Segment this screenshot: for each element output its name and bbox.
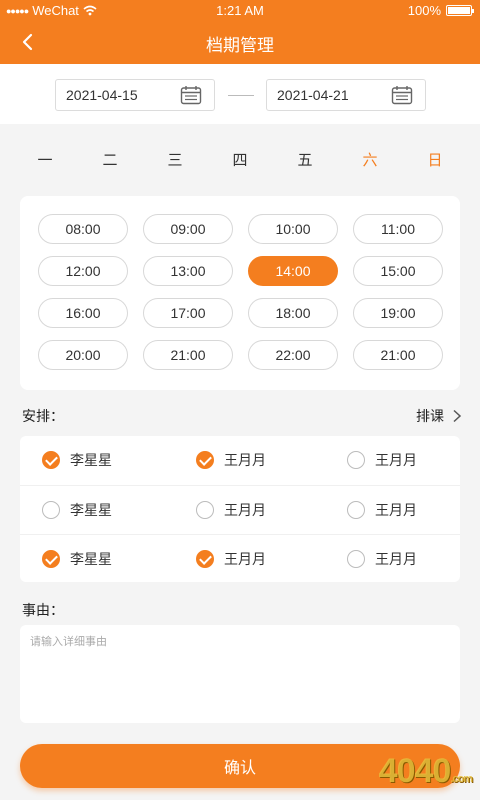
date-range-bar: 2021-04-15 2021-04-21 <box>0 64 480 124</box>
time-slot[interactable]: 20:00 <box>38 340 128 370</box>
person-option[interactable]: 王月月 <box>347 549 417 569</box>
arrangement-list: 李星星 王月月 王月月 李星星 王月月 王月月 李星星 王月月 王月月 <box>20 436 460 582</box>
arrangement-row: 李星星 王月月 王月月 <box>20 534 460 582</box>
arrangement-header: 安排： 排课 <box>22 406 462 428</box>
person-name: 李星星 <box>70 552 112 568</box>
time-slot[interactable]: 17:00 <box>143 298 233 328</box>
weekday-sat[interactable]: 六 <box>345 140 395 180</box>
page-title: 档期管理 <box>206 36 274 56</box>
date-separator <box>228 95 254 96</box>
person-name: 王月月 <box>224 503 266 519</box>
person-name: 李星星 <box>70 503 112 519</box>
person-option[interactable]: 王月月 <box>347 500 417 520</box>
checkbox[interactable] <box>196 501 214 519</box>
person-name: 王月月 <box>375 552 417 568</box>
person-name: 王月月 <box>224 552 266 568</box>
calendar-icon <box>180 86 202 105</box>
time-slot[interactable]: 18:00 <box>248 298 338 328</box>
time-slot[interactable]: 08:00 <box>38 214 128 244</box>
time-slot[interactable]: 09:00 <box>143 214 233 244</box>
weekday-fri[interactable]: 五 <box>280 140 330 180</box>
checkbox[interactable] <box>42 501 60 519</box>
chevron-right-icon <box>453 409 462 423</box>
weekday-wed[interactable]: 三 <box>150 140 200 180</box>
nav-bar: 档期管理 <box>0 22 480 64</box>
arrangement-row: 李星星 王月月 王月月 <box>20 485 460 533</box>
person-name: 王月月 <box>375 453 417 469</box>
schedule-link[interactable]: 排课 <box>416 406 462 426</box>
checkbox[interactable] <box>196 550 214 568</box>
time-slot[interactable]: 13:00 <box>143 256 233 286</box>
weekday-thu[interactable]: 四 <box>215 140 265 180</box>
time-slot[interactable]: 14:00 <box>248 256 338 286</box>
person-name: 王月月 <box>375 503 417 519</box>
time-slot-grid: 08:00 09:00 10:00 11:00 12:00 13:00 14:0… <box>20 196 460 390</box>
start-date-field[interactable]: 2021-04-15 <box>55 79 215 111</box>
watermark-suffix: .com <box>450 773 473 785</box>
person-option[interactable]: 王月月 <box>347 450 417 470</box>
checkbox[interactable] <box>347 550 365 568</box>
person-option[interactable]: 王月月 <box>196 450 266 470</box>
checkbox[interactable] <box>42 550 60 568</box>
site-watermark: 4040.com <box>378 752 473 791</box>
time-slot[interactable]: 21:00 <box>143 340 233 370</box>
time-slot[interactable]: 22:00 <box>248 340 338 370</box>
time-slot[interactable]: 10:00 <box>248 214 338 244</box>
person-name: 李星星 <box>70 453 112 469</box>
time-slot[interactable]: 16:00 <box>38 298 128 328</box>
calendar-icon <box>391 86 413 105</box>
checkbox[interactable] <box>196 451 214 469</box>
person-option[interactable]: 李星星 <box>42 500 112 520</box>
time-slot[interactable]: 19:00 <box>353 298 443 328</box>
arrangement-row: 李星星 王月月 王月月 <box>20 436 460 484</box>
watermark-main: 4040 <box>378 752 452 790</box>
weekday-sun[interactable]: 日 <box>410 140 460 180</box>
time-slot[interactable]: 15:00 <box>353 256 443 286</box>
status-bar: ●●●●● WeChat 1:21 AM 100% <box>0 0 480 22</box>
weekday-tue[interactable]: 二 <box>85 140 135 180</box>
person-option[interactable]: 王月月 <box>196 549 266 569</box>
weekday-selector: 一 二 三 四 五 六 日 <box>0 140 480 182</box>
person-name: 王月月 <box>224 453 266 469</box>
time-slot[interactable]: 11:00 <box>353 214 443 244</box>
arrangement-label: 安排： <box>22 409 64 425</box>
reason-input[interactable] <box>20 625 460 723</box>
time-slot[interactable]: 21:00 <box>353 340 443 370</box>
checkbox[interactable] <box>347 451 365 469</box>
battery-icon <box>446 5 474 16</box>
checkbox[interactable] <box>42 451 60 469</box>
reason-label: 事由： <box>22 603 64 619</box>
person-option[interactable]: 王月月 <box>196 500 266 520</box>
end-date-value: 2021-04-21 <box>277 87 349 103</box>
start-date-value: 2021-04-15 <box>66 87 138 103</box>
time-slot[interactable]: 12:00 <box>38 256 128 286</box>
weekday-mon[interactable]: 一 <box>20 140 70 180</box>
battery-percent: 100% <box>407 3 441 18</box>
person-option[interactable]: 李星星 <box>42 450 112 470</box>
schedule-link-label: 排课 <box>416 409 444 425</box>
person-option[interactable]: 李星星 <box>42 549 112 569</box>
end-date-field[interactable]: 2021-04-21 <box>266 79 426 111</box>
checkbox[interactable] <box>347 501 365 519</box>
